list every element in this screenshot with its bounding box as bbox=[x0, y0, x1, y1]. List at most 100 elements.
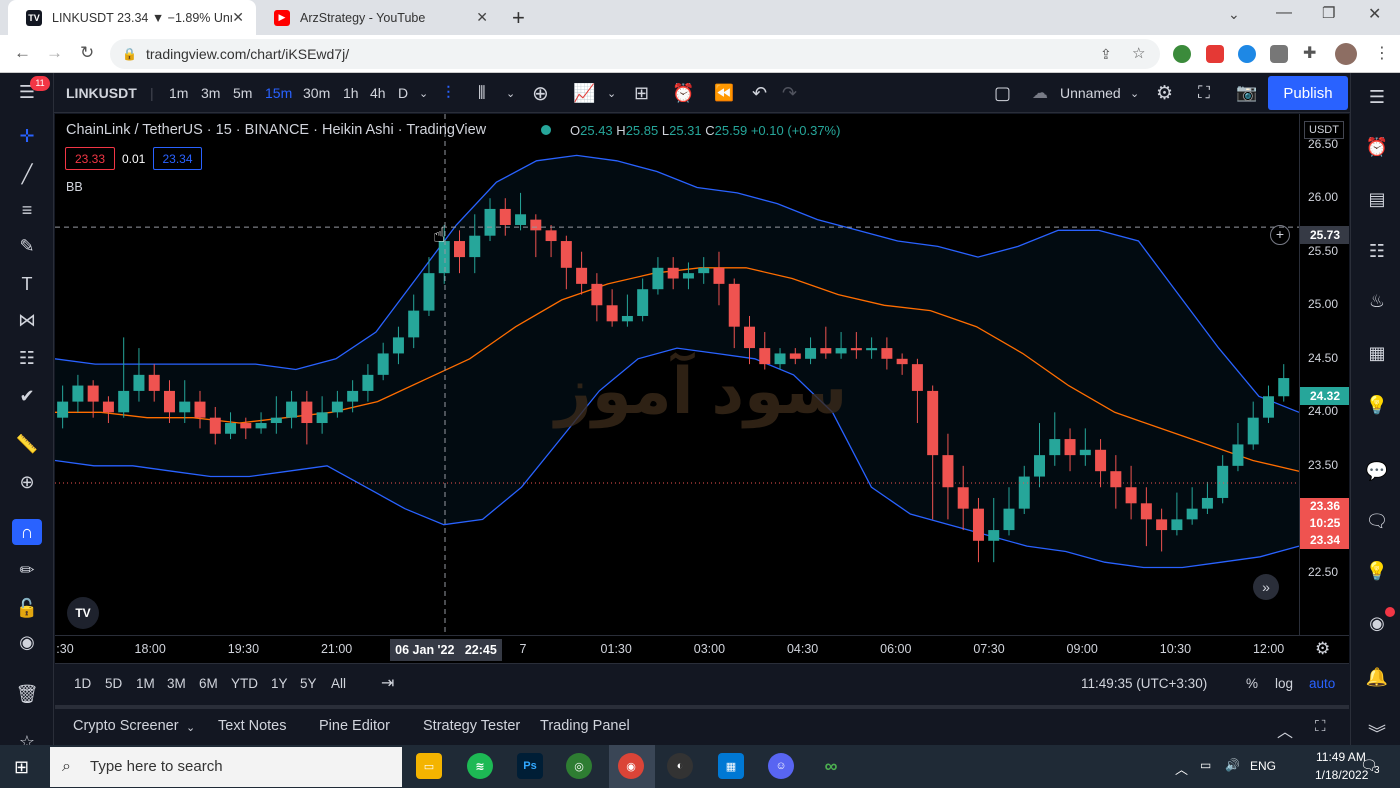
indicators-icon[interactable]: 📈 bbox=[573, 73, 595, 113]
browser-tab-tradingview[interactable]: TV LINKUSDT 23.34 ▼ −1.89% Unna ✕ bbox=[8, 0, 256, 35]
clock-timezone[interactable]: 11:49:35 (UTC+3:30) bbox=[1081, 676, 1207, 691]
fib-retracement-icon[interactable]: ≡ bbox=[12, 197, 42, 223]
browser-tab-youtube[interactable]: ▶ ArzStrategy - YouTube ✕ bbox=[256, 0, 500, 35]
tab-search-icon[interactable]: ⌄ bbox=[1228, 6, 1240, 23]
interval-5m[interactable]: 5m bbox=[233, 73, 252, 113]
chart-pane[interactable]: سود آموز ChainLink / TetherUS · 15 · BIN… bbox=[55, 114, 1349, 635]
add-alert-plus-icon[interactable]: + bbox=[1270, 225, 1290, 245]
symbol-search[interactable]: LINKUSDT bbox=[66, 73, 137, 113]
pattern-icon[interactable]: ⋈ bbox=[12, 307, 42, 333]
url-field[interactable]: 🔒 tradingview.com/chart/iKSEwd7j/ ⇪ ☆ bbox=[110, 39, 1160, 69]
candles-style-icon[interactable]: ⫴ bbox=[478, 73, 486, 113]
reload-icon[interactable]: ↻ bbox=[80, 43, 94, 63]
close-window-icon[interactable]: ✕ bbox=[1368, 4, 1381, 24]
scroll-to-realtime-icon[interactable]: » bbox=[1253, 574, 1279, 600]
data-window-icon[interactable]: ▤ bbox=[1363, 185, 1391, 213]
prediction-icon[interactable]: ☷ bbox=[12, 345, 42, 371]
windows-start-icon[interactable]: ⊞ bbox=[14, 757, 29, 778]
ideas-lightbulb-icon[interactable]: 💡 bbox=[1363, 391, 1391, 419]
trendline-icon[interactable]: ╱ bbox=[12, 161, 42, 187]
icons-tool-icon[interactable]: ✔ bbox=[12, 383, 42, 409]
time-axis[interactable]: :30 18:00 19:30 21:00 7 01:30 03:00 04:30 06:00 0… bbox=[55, 635, 1349, 663]
new-tab-button[interactable]: + bbox=[512, 5, 525, 31]
range-5D[interactable]: 5D bbox=[105, 676, 122, 691]
tab-strategy-tester[interactable]: Strategy Tester bbox=[423, 718, 520, 734]
lock-icon[interactable]: 🔓 bbox=[12, 595, 42, 621]
axis-settings-gear-icon[interactable]: ⚙ bbox=[1315, 639, 1330, 659]
infinity-app-icon[interactable]: ∞ bbox=[818, 753, 844, 779]
minimize-icon[interactable]: — bbox=[1276, 4, 1292, 22]
publish-button[interactable]: Publish bbox=[1268, 76, 1348, 110]
chats-icon[interactable]: 💬 bbox=[1363, 457, 1391, 485]
layout-dropdown-icon[interactable]: ⌄ bbox=[1130, 73, 1139, 113]
watchlist-icon[interactable]: ☰ bbox=[1363, 83, 1391, 111]
volume-icon[interactable]: 🔊 bbox=[1225, 758, 1240, 772]
profile-avatar[interactable] bbox=[1335, 43, 1357, 65]
ruler-icon[interactable]: 📏 bbox=[12, 431, 42, 457]
range-3M[interactable]: 3M bbox=[167, 676, 186, 691]
messages-icon[interactable]: 🗨 bbox=[1363, 507, 1391, 535]
file-explorer-icon[interactable]: ▭ bbox=[416, 753, 442, 779]
interval-4h[interactable]: 4h bbox=[370, 73, 386, 113]
range-1Y[interactable]: 1Y bbox=[271, 676, 288, 691]
chart-legend-title[interactable]: ChainLink / TetherUS · 15 · BINANCE · He… bbox=[66, 122, 486, 138]
obs-icon[interactable]: ◐ bbox=[667, 753, 693, 779]
crosshair-icon[interactable]: ✛ bbox=[12, 123, 42, 149]
tradingview-logo[interactable]: TV bbox=[67, 597, 99, 629]
replay-icon[interactable]: ⏪ bbox=[714, 73, 734, 113]
maximize-icon[interactable]: ❐ bbox=[1322, 4, 1335, 22]
extensions-puzzle-icon[interactable]: ✚ bbox=[1303, 43, 1316, 63]
alert-icon[interactable]: ⏰ bbox=[672, 73, 694, 113]
brush-icon[interactable]: ✎ bbox=[12, 233, 42, 259]
notifications-bell-icon[interactable]: 🔔 bbox=[1363, 663, 1391, 691]
undo-icon[interactable]: ↶ bbox=[752, 73, 767, 113]
news-icon[interactable]: ☷ bbox=[1363, 237, 1391, 265]
range-YTD[interactable]: YTD bbox=[231, 676, 258, 691]
extension-icon[interactable] bbox=[1238, 45, 1256, 63]
spotify-icon[interactable]: ≋ bbox=[467, 753, 493, 779]
settings-gear-icon[interactable]: ⚙ bbox=[1156, 73, 1173, 113]
fullscreen-icon[interactable]: ⛶ bbox=[1198, 73, 1210, 113]
screener-dropdown-icon[interactable]: ⌄ bbox=[186, 721, 195, 734]
tab-text-notes[interactable]: Text Notes bbox=[218, 718, 287, 734]
close-tab-icon[interactable]: ✕ bbox=[232, 9, 244, 26]
taskbar-search-input[interactable]: ⌕ Type here to search bbox=[50, 747, 402, 787]
store-icon[interactable]: ▦ bbox=[718, 753, 744, 779]
tab-crypto-screener[interactable]: Crypto Screener bbox=[73, 718, 179, 734]
log-scale-toggle[interactable]: log bbox=[1275, 676, 1293, 691]
snapshot-camera-icon[interactable]: 📷 bbox=[1236, 73, 1257, 113]
tab-trading-panel[interactable]: Trading Panel bbox=[540, 718, 630, 734]
chrome-icon[interactable]: ◉ bbox=[618, 753, 644, 779]
templates-icon[interactable]: ⊞ bbox=[634, 73, 649, 113]
alerts-clock-icon[interactable]: ⏰ bbox=[1363, 133, 1391, 161]
lock-drawings-icon[interactable]: ✏ bbox=[12, 557, 42, 583]
interval-dropdown-icon[interactable]: ⌄ bbox=[419, 73, 428, 113]
interval-30m[interactable]: 30m bbox=[303, 73, 330, 113]
range-1D[interactable]: 1D bbox=[74, 676, 91, 691]
tray-chevron-icon[interactable]: ︿ bbox=[1175, 759, 1188, 778]
forward-icon[interactable]: → bbox=[46, 43, 63, 63]
hotlist-fire-icon[interactable]: ♨ bbox=[1363, 287, 1391, 315]
buy-price-button[interactable]: 23.34 bbox=[153, 147, 202, 170]
layout-name[interactable]: Unnamed bbox=[1060, 73, 1121, 113]
range-1M[interactable]: 1M bbox=[136, 676, 155, 691]
back-icon[interactable]: ← bbox=[14, 43, 31, 63]
sell-price-button[interactable]: 23.33 bbox=[65, 147, 115, 170]
extension-icon[interactable] bbox=[1173, 45, 1191, 63]
market-status-dot[interactable] bbox=[541, 125, 551, 135]
range-All[interactable]: All bbox=[331, 676, 346, 691]
discord-icon[interactable]: ☺ bbox=[768, 753, 794, 779]
interval-3m[interactable]: 3m bbox=[201, 73, 220, 113]
auto-scale-toggle[interactable]: auto bbox=[1309, 676, 1335, 691]
app-icon[interactable]: ◎ bbox=[566, 753, 592, 779]
language-indicator[interactable]: ENG bbox=[1250, 759, 1276, 773]
price-axis[interactable]: USDT 26.50 26.00 25.50 25.00 24.50 24.00 23.50… bbox=[1270, 114, 1349, 635]
maximize-panel-icon[interactable]: ⛶ bbox=[1315, 718, 1326, 735]
indicators-dropdown-icon[interactable]: ⌄ bbox=[607, 73, 616, 113]
browser-menu-icon[interactable]: ⋮ bbox=[1374, 43, 1390, 63]
extension-icon[interactable] bbox=[1206, 45, 1224, 63]
compare-add-icon[interactable]: ⊕ bbox=[532, 73, 549, 113]
network-icon[interactable]: ▭ bbox=[1200, 758, 1211, 772]
bars-style-icon[interactable]: ⫶ bbox=[446, 73, 451, 113]
layout-select-icon[interactable]: ▢ bbox=[994, 73, 1011, 113]
